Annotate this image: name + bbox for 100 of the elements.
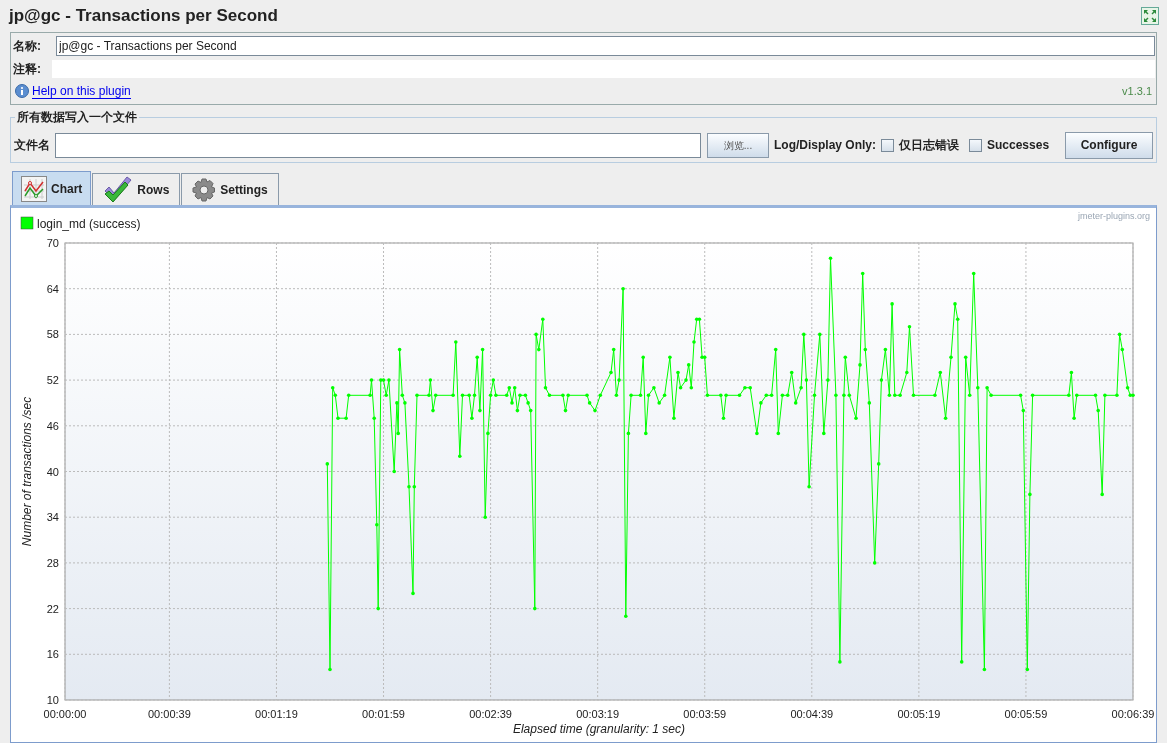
data-point bbox=[684, 378, 688, 382]
data-point bbox=[676, 370, 680, 375]
data-point bbox=[854, 416, 858, 420]
data-point bbox=[1072, 416, 1076, 420]
data-point bbox=[657, 401, 661, 405]
data-point bbox=[971, 271, 976, 276]
checkbox-label: Successes bbox=[987, 137, 1050, 154]
checkbox[interactable] bbox=[881, 138, 894, 152]
y-axis-title: Number of transactions /sec bbox=[20, 396, 34, 547]
data-point bbox=[943, 416, 948, 420]
data-point bbox=[346, 393, 351, 398]
tab[interactable]: Settings bbox=[181, 173, 279, 205]
data-point bbox=[1075, 393, 1079, 398]
data-point bbox=[938, 370, 943, 375]
data-point bbox=[1021, 408, 1026, 413]
data-point bbox=[543, 385, 548, 390]
data-point bbox=[376, 606, 380, 611]
data-point bbox=[491, 378, 496, 382]
y-tick-label: 22 bbox=[46, 602, 59, 615]
data-point bbox=[976, 385, 980, 390]
data-point bbox=[541, 317, 545, 321]
x-tick-label: 00:03:19 bbox=[576, 708, 620, 720]
data-point bbox=[737, 393, 742, 398]
data-point bbox=[863, 347, 868, 352]
data-point bbox=[428, 378, 433, 382]
data-point bbox=[396, 431, 400, 436]
data-point bbox=[982, 667, 987, 672]
data-point bbox=[662, 393, 667, 398]
data-point bbox=[890, 302, 894, 306]
window-title: jp@gc - Transactions per Second bbox=[9, 5, 278, 28]
log-display-label: Log/Display Only: bbox=[774, 137, 876, 154]
data-point bbox=[1018, 393, 1023, 398]
data-point bbox=[883, 347, 888, 352]
y-tick-label: 34 bbox=[46, 511, 59, 524]
data-point bbox=[480, 347, 485, 352]
checkbox[interactable] bbox=[969, 138, 982, 152]
data-point bbox=[1028, 492, 1032, 497]
info-icon bbox=[15, 84, 29, 98]
name-field[interactable]: jp@gc - Transactions per Second bbox=[56, 36, 1155, 56]
data-point bbox=[460, 393, 465, 398]
data-point bbox=[668, 355, 672, 360]
data-point bbox=[933, 393, 937, 398]
browse-button[interactable]: 浏览... bbox=[707, 132, 769, 158]
data-point bbox=[963, 355, 968, 360]
help-link[interactable]: Help on this plugin bbox=[32, 83, 131, 99]
group-title: 所有数据写入一个文件 bbox=[15, 109, 139, 125]
checkbox-label: 仅日志错误 bbox=[899, 137, 959, 154]
data-point bbox=[526, 401, 530, 405]
y-tick-label: 70 bbox=[46, 237, 59, 249]
data-point bbox=[330, 385, 335, 390]
tab[interactable]: Chart bbox=[12, 171, 92, 205]
y-tick-label: 40 bbox=[46, 465, 59, 478]
data-point bbox=[431, 408, 435, 413]
data-point bbox=[773, 347, 778, 352]
data-point bbox=[328, 667, 332, 672]
data-point bbox=[375, 523, 379, 527]
data-point bbox=[433, 393, 438, 398]
data-point bbox=[1069, 370, 1074, 375]
data-point bbox=[533, 606, 537, 611]
data-point bbox=[826, 378, 830, 382]
data-point bbox=[528, 408, 533, 413]
data-point bbox=[822, 431, 826, 436]
data-point bbox=[834, 393, 838, 398]
expand-icon[interactable] bbox=[1141, 7, 1159, 25]
data-point bbox=[403, 401, 407, 405]
data-point bbox=[475, 355, 479, 360]
data-point bbox=[534, 332, 538, 337]
comment-field[interactable] bbox=[52, 60, 1155, 78]
x-tick-label: 00:05:19 bbox=[897, 708, 941, 720]
data-point bbox=[1100, 492, 1104, 497]
data-point bbox=[858, 363, 862, 367]
data-point bbox=[807, 484, 811, 489]
configure-button[interactable]: Configure bbox=[1065, 131, 1153, 159]
data-point bbox=[876, 462, 881, 466]
data-point bbox=[867, 401, 872, 405]
data-point bbox=[641, 355, 645, 360]
data-point bbox=[638, 393, 643, 398]
data-point bbox=[812, 393, 817, 398]
x-tick-label: 00:05:59 bbox=[1004, 708, 1048, 720]
data-point bbox=[1093, 393, 1098, 398]
y-tick-label: 28 bbox=[46, 556, 59, 569]
tab[interactable]: Rows bbox=[92, 173, 181, 205]
data-point bbox=[959, 660, 964, 664]
file-field[interactable] bbox=[55, 132, 701, 158]
name-label: 名称: bbox=[12, 38, 42, 55]
data-point bbox=[515, 408, 520, 413]
data-point bbox=[395, 401, 399, 405]
data-point bbox=[838, 660, 842, 664]
y-tick-label: 16 bbox=[46, 648, 59, 661]
data-point bbox=[427, 393, 431, 398]
x-tick-label: 00:04:39 bbox=[790, 708, 834, 720]
x-tick-label: 00:01:19 bbox=[255, 708, 298, 720]
watermark-text: jmeter-plugins.org bbox=[1077, 210, 1150, 223]
data-point bbox=[1030, 393, 1035, 398]
data-point bbox=[953, 302, 957, 306]
data-point bbox=[949, 355, 953, 360]
data-point bbox=[369, 378, 374, 382]
data-point bbox=[368, 393, 372, 398]
x-tick-label: 00:00:39 bbox=[148, 708, 191, 720]
data-point bbox=[621, 286, 625, 291]
